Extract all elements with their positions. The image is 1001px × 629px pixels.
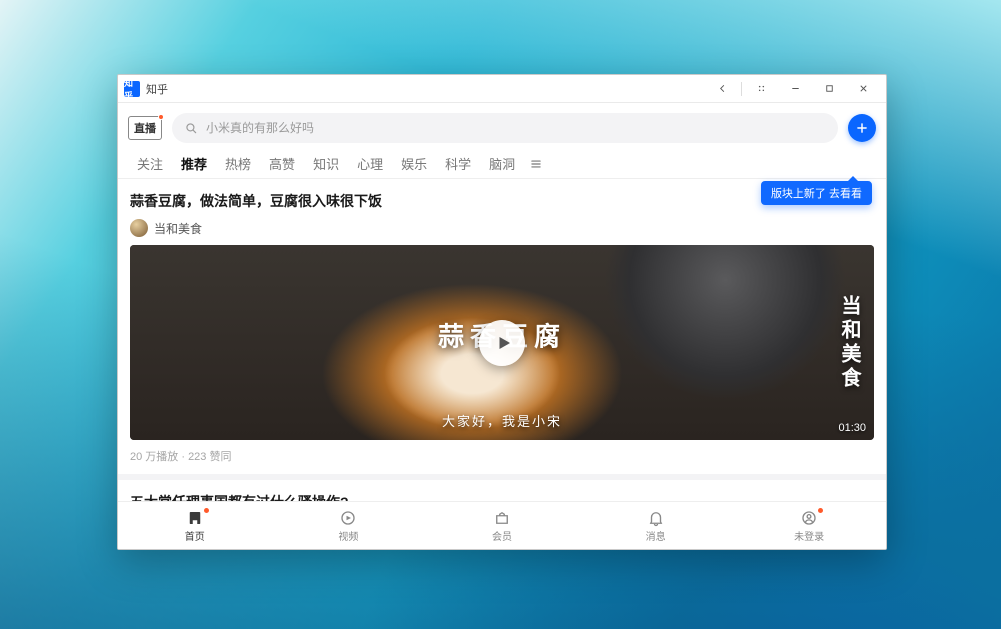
nav-label: 首页 xyxy=(185,528,205,543)
nav-vip[interactable]: 会员 xyxy=(425,502,579,549)
compact-icon[interactable] xyxy=(744,78,778,100)
window-title: 知乎 xyxy=(146,81,168,97)
play-icon xyxy=(495,334,513,352)
close-button[interactable] xyxy=(846,78,880,100)
bottom-nav: 首页 视频 会员 消息 未登录 xyxy=(118,501,886,549)
tab-entertainment[interactable]: 娱乐 xyxy=(392,149,436,178)
nav-label: 未登录 xyxy=(794,528,824,543)
notification-dot-icon xyxy=(818,508,823,513)
author-name: 当和美食 xyxy=(154,220,202,237)
titlebar: 知乎 知乎 xyxy=(118,75,886,103)
tab-hot[interactable]: 热榜 xyxy=(216,149,260,178)
search-box[interactable] xyxy=(172,113,838,143)
author-row[interactable]: 当和美食 xyxy=(130,219,874,237)
video-thumbnail[interactable]: 蒜香豆腐 当和美食 大家好，我是小宋 01:30 xyxy=(130,245,874,440)
video-duration: 01:30 xyxy=(838,422,866,434)
plus-icon xyxy=(855,121,869,135)
feed-card[interactable]: 五大常任理事国都有过什么骚操作? 历史环游记 已认证的官方帐号 1981 年 ，… xyxy=(118,480,886,501)
nav-messages[interactable]: 消息 xyxy=(579,502,733,549)
bell-icon xyxy=(647,509,665,527)
search-icon xyxy=(184,121,198,135)
live-label: 直播 xyxy=(134,120,156,136)
desktop-wallpaper: 知乎 知乎 直播 xyxy=(0,0,1001,629)
topbar: 直播 xyxy=(118,103,886,149)
tab-top[interactable]: 高赞 xyxy=(260,149,304,178)
home-icon xyxy=(186,509,204,527)
tab-psychology[interactable]: 心理 xyxy=(348,149,392,178)
menu-icon xyxy=(529,157,543,171)
live-button[interactable]: 直播 xyxy=(128,116,162,140)
app-logo: 知乎 xyxy=(124,81,140,97)
tabs-more-button[interactable] xyxy=(524,157,548,171)
promo-tooltip[interactable]: 版块上新了 去看看 xyxy=(761,181,872,205)
overlay-subtitle: 大家好，我是小宋 xyxy=(442,411,562,430)
card-title: 五大常任理事国都有过什么骚操作? xyxy=(130,492,874,501)
nav-login[interactable]: 未登录 xyxy=(732,502,886,549)
card-meta: 20 万播放 · 223 赞同 xyxy=(130,448,874,464)
video-icon xyxy=(339,509,357,527)
back-button[interactable] xyxy=(705,78,739,100)
tabs-row: 关注 推荐 热榜 高赞 知识 心理 娱乐 科学 脑洞 版块上新了 去看看 xyxy=(118,149,886,179)
tab-follow[interactable]: 关注 xyxy=(128,149,172,178)
notification-dot-icon xyxy=(204,508,209,513)
feed: 蒜香豆腐，做法简单，豆腐很入味很下饭 当和美食 蒜香豆腐 当和美食 大家好，我是… xyxy=(118,179,886,501)
overlay-channel: 当和美食 xyxy=(835,295,864,391)
nav-video[interactable]: 视频 xyxy=(272,502,426,549)
nav-label: 视频 xyxy=(338,528,358,543)
avatar xyxy=(130,219,148,237)
app-window: 知乎 知乎 直播 xyxy=(117,74,887,550)
compose-button[interactable] xyxy=(848,114,876,142)
vip-icon xyxy=(493,509,511,527)
minimize-button[interactable] xyxy=(778,78,812,100)
nav-label: 会员 xyxy=(492,528,512,543)
nav-home[interactable]: 首页 xyxy=(118,502,272,549)
play-button[interactable] xyxy=(479,320,525,366)
search-input[interactable] xyxy=(206,121,826,135)
app-body: 直播 关注 推荐 热榜 高赞 知识 心理 娱乐 科 xyxy=(118,103,886,549)
maximize-button[interactable] xyxy=(812,78,846,100)
user-icon xyxy=(800,509,818,527)
notification-dot-icon xyxy=(158,114,164,120)
tab-brain[interactable]: 脑洞 xyxy=(480,149,524,178)
tab-recommend[interactable]: 推荐 xyxy=(172,149,216,178)
tab-knowledge[interactable]: 知识 xyxy=(304,149,348,178)
nav-label: 消息 xyxy=(646,528,666,543)
feed-card[interactable]: 蒜香豆腐，做法简单，豆腐很入味很下饭 当和美食 蒜香豆腐 当和美食 大家好，我是… xyxy=(118,179,886,480)
tab-science[interactable]: 科学 xyxy=(436,149,480,178)
